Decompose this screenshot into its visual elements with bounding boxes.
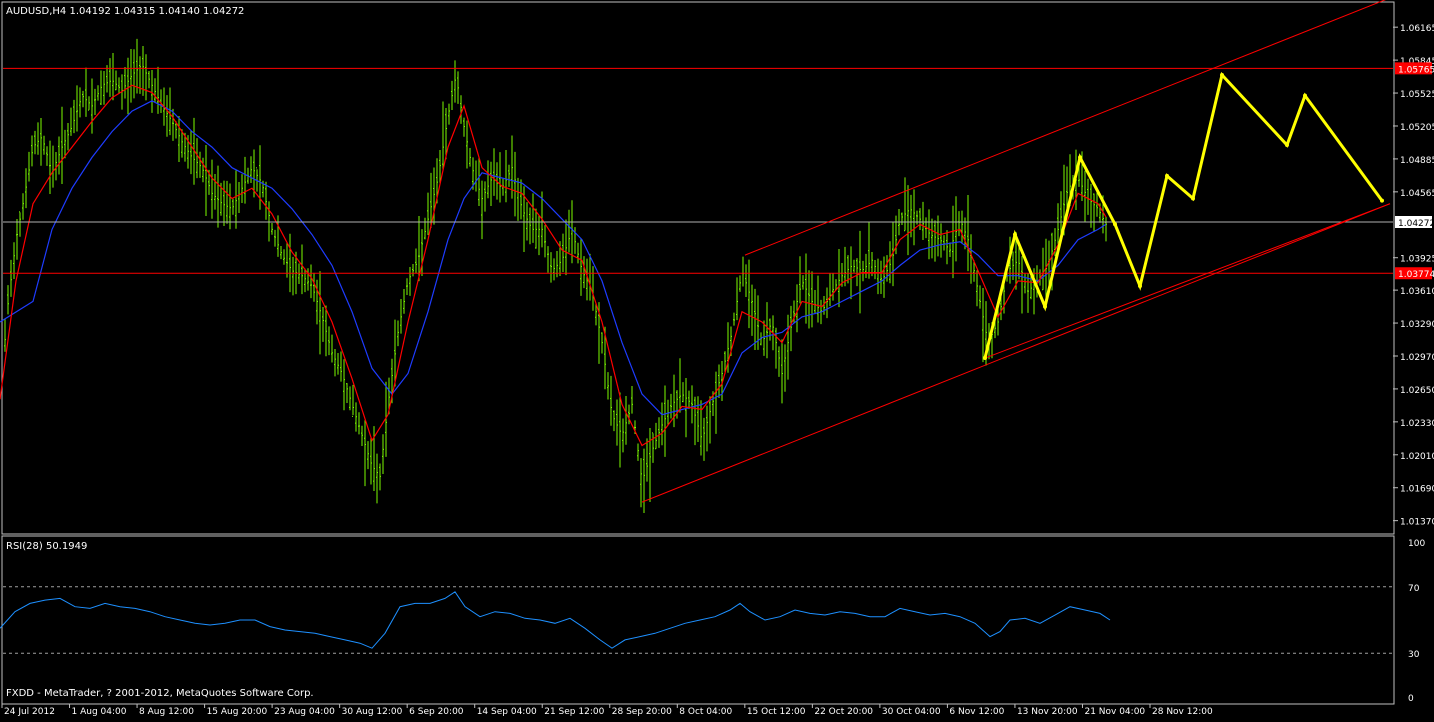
rsi-indicator: 100 70 30 0 bbox=[0, 539, 1425, 704]
date-tick-label: 28 Nov 12:00 bbox=[1152, 707, 1213, 717]
price-tick-label: 1.02970 bbox=[1400, 353, 1434, 363]
projection-point bbox=[1220, 73, 1224, 78]
price-tick-label: 1.03290 bbox=[1400, 320, 1434, 330]
date-tick-label: 8 Aug 12:00 bbox=[139, 707, 194, 717]
projection-point bbox=[1191, 196, 1195, 201]
price-tick-label: 1.05205 bbox=[1400, 123, 1434, 133]
date-tick-label: 30 Aug 12:00 bbox=[342, 707, 403, 717]
date-tick-label: 23 Aug 04:00 bbox=[274, 707, 335, 717]
ma-fast-line bbox=[0, 84, 1107, 447]
date-tick-label: 13 Nov 20:00 bbox=[1017, 707, 1078, 717]
projection-point bbox=[1043, 304, 1047, 309]
main-chart-frame bbox=[1, 1, 1395, 535]
rsi-axis-label: 0 bbox=[1408, 694, 1414, 704]
price-tick-label: 1.02010 bbox=[1400, 452, 1434, 462]
projection-point bbox=[1138, 284, 1142, 289]
resistance-price-tag: 1.05765 bbox=[1398, 65, 1434, 75]
copyright-text: FXDD - MetaTrader, ? 2001-2012, MetaQuot… bbox=[6, 688, 314, 699]
price-tick-label: 1.01370 bbox=[1400, 518, 1434, 528]
mt4-chart-window[interactable]: 1.06165 1.05845 1.05525 1.05205 1.04885 1.045… bbox=[0, 0, 1434, 718]
projection-zigzag bbox=[983, 71, 1384, 359]
projection-point bbox=[1303, 93, 1307, 98]
price-tick-label: 1.01690 bbox=[1400, 485, 1434, 495]
price-tick-label: 1.02650 bbox=[1400, 386, 1434, 396]
price-tick-label: 1.04885 bbox=[1400, 156, 1434, 166]
date-tick-label: 6 Sep 20:00 bbox=[409, 707, 464, 717]
symbol-info: AUDUSD,H4 1.04192 1.04315 1.04140 1.0427… bbox=[6, 6, 244, 17]
price-tick-label: 1.04565 bbox=[1400, 189, 1434, 199]
projection-point bbox=[1165, 173, 1169, 178]
rsi-label: RSI(28) 50.1949 bbox=[6, 541, 87, 552]
projection-point bbox=[1380, 198, 1384, 203]
price-tick-label: 1.03925 bbox=[1400, 255, 1434, 265]
rsi-axis-label: 70 bbox=[1408, 584, 1420, 594]
price-tick-label: 1.02330 bbox=[1400, 419, 1434, 429]
price-tick-label: 1.03610 bbox=[1400, 287, 1434, 297]
date-tick-label: 28 Sep 20:00 bbox=[612, 707, 672, 717]
current-price-tag: 1.04272 bbox=[1398, 219, 1434, 229]
date-tick-label: 6 Nov 12:00 bbox=[949, 707, 1004, 717]
date-tick-label: 15 Oct 12:00 bbox=[747, 707, 806, 717]
time-axis: 24 Jul 2012 1 Aug 04:00 8 Aug 12:00 15 Aug … bbox=[1, 704, 1213, 717]
projection-point bbox=[1078, 155, 1082, 160]
projection-point bbox=[983, 356, 987, 361]
date-tick-label: 22 Oct 20:00 bbox=[814, 707, 873, 717]
date-tick-label: 1 Aug 04:00 bbox=[72, 707, 127, 717]
date-tick-label: 15 Aug 20:00 bbox=[207, 707, 268, 717]
rsi-axis-label: 100 bbox=[1408, 539, 1425, 549]
date-tick-label: 24 Jul 2012 bbox=[4, 707, 55, 717]
chart-canvas[interactable]: 1.061651.058451.055251.052051.048851.045… bbox=[0, 0, 1434, 718]
rsi-axis-label: 30 bbox=[1408, 650, 1420, 660]
price-tick-label: 1.06165 bbox=[1400, 24, 1434, 34]
date-tick-label: 21 Nov 04:00 bbox=[1084, 707, 1145, 717]
projection-point bbox=[1285, 143, 1289, 148]
date-tick-label: 21 Sep 12:00 bbox=[544, 707, 604, 717]
projection-point bbox=[1013, 232, 1017, 237]
price-tick-label: 1.05525 bbox=[1400, 90, 1434, 100]
date-tick-label: 8 Oct 04:00 bbox=[679, 707, 732, 717]
date-tick-label: 30 Oct 04:00 bbox=[882, 707, 941, 717]
date-tick-label: 14 Sep 04:00 bbox=[477, 707, 537, 717]
support-price-tag: 1.03774 bbox=[1398, 270, 1434, 280]
projection-point bbox=[1113, 222, 1117, 227]
moving-averages bbox=[0, 84, 1107, 447]
ma-slow-line bbox=[0, 100, 1107, 416]
rsi-line bbox=[0, 591, 1111, 649]
projection-path[interactable] bbox=[983, 71, 1384, 361]
